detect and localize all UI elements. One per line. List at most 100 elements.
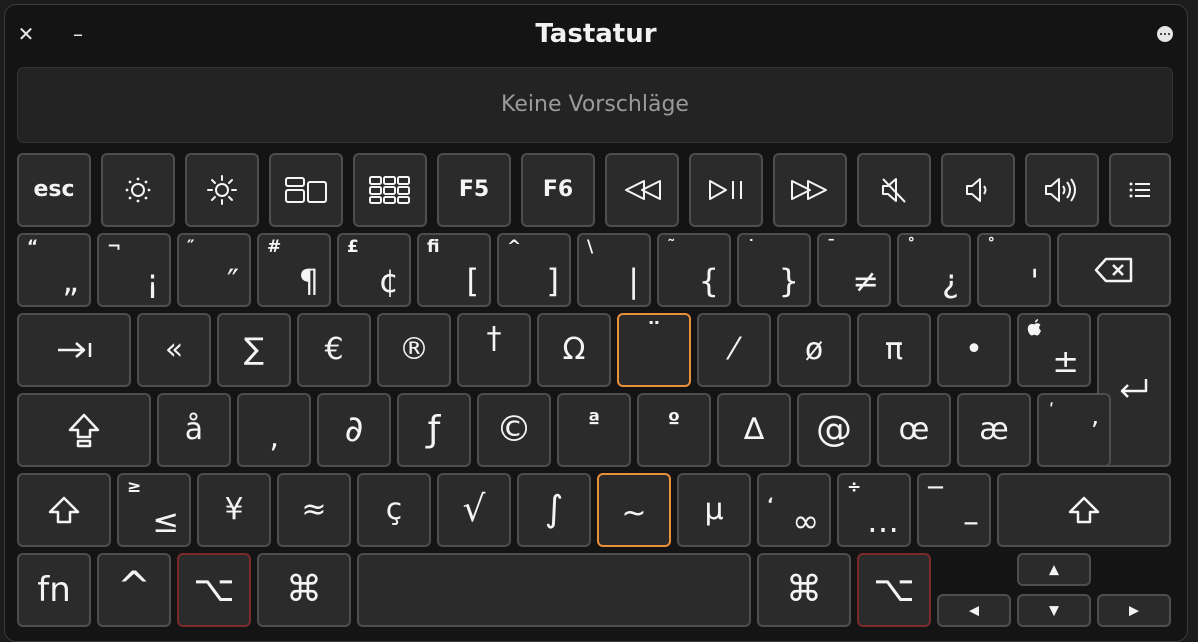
- key-g[interactable]: ©: [477, 393, 551, 467]
- key-3[interactable]: ″ ″: [177, 233, 251, 307]
- key-brightness-up[interactable]: [185, 153, 259, 227]
- key-4[interactable]: # ¶: [257, 233, 331, 307]
- delete-icon: [1059, 257, 1169, 283]
- key-t[interactable]: †: [457, 313, 531, 387]
- key-e[interactable]: €: [297, 313, 371, 387]
- key-alt-label: £: [347, 237, 359, 257]
- key-brightness-down[interactable]: [101, 153, 175, 227]
- key-5[interactable]: £ ¢: [337, 233, 411, 307]
- key-esc[interactable]: esc: [17, 153, 91, 227]
- key-launchpad[interactable]: [353, 153, 427, 227]
- key-y[interactable]: ¥: [197, 473, 271, 547]
- key-minus[interactable]: — –: [917, 473, 991, 547]
- key-label: å: [184, 412, 204, 447]
- more-options-icon[interactable]: [1157, 26, 1173, 42]
- key-arrow-up[interactable]: ▲: [1017, 553, 1091, 586]
- key-arrow-left[interactable]: ◀: [937, 594, 1011, 627]
- key-tab[interactable]: [17, 313, 131, 387]
- key-less-than[interactable]: ≥ ≤: [117, 473, 191, 547]
- key-option-left[interactable]: ⌥: [177, 553, 251, 627]
- key-play-pause[interactable]: [689, 153, 763, 227]
- key-f6[interactable]: F6: [521, 153, 595, 227]
- key-k[interactable]: ∆: [717, 393, 791, 467]
- key-space[interactable]: [357, 553, 751, 627]
- key-u-umlaut[interactable]: •: [937, 313, 1011, 387]
- key-hash[interactable]: ʹ’: [1037, 393, 1111, 467]
- key-z[interactable]: Ω: [537, 313, 611, 387]
- key-2[interactable]: ¬ ¡: [97, 233, 171, 307]
- key-o-umlaut[interactable]: œ: [877, 393, 951, 467]
- key-label: ø: [804, 332, 824, 367]
- key-shift-left[interactable]: [17, 473, 111, 547]
- key-arrow-down[interactable]: ▼: [1017, 594, 1091, 627]
- key-sharp-s[interactable]: ¯ ≠: [817, 233, 891, 307]
- key-0[interactable]: ˙}: [737, 233, 811, 307]
- key-fast-forward[interactable]: [773, 153, 847, 227]
- key-n-dead-tilde[interactable]: ~: [597, 473, 671, 547]
- speaker-mute-icon: [859, 176, 929, 204]
- key-control[interactable]: ^: [97, 553, 171, 627]
- key-9[interactable]: ˜{: [657, 233, 731, 307]
- key-period[interactable]: ÷…: [837, 473, 911, 547]
- key-label: ⁄: [731, 332, 737, 367]
- key-a[interactable]: å: [157, 393, 231, 467]
- key-8[interactable]: \ |: [577, 233, 651, 307]
- key-1[interactable]: “„: [17, 233, 91, 307]
- key-label: ≈: [301, 492, 327, 527]
- key-label: ¨: [646, 316, 662, 352]
- key-w[interactable]: ∑: [217, 313, 291, 387]
- key-list[interactable]: [1109, 153, 1171, 227]
- key-rewind[interactable]: [605, 153, 679, 227]
- key-label: ^: [117, 564, 151, 611]
- key-comma[interactable]: ‘∞: [757, 473, 831, 547]
- key-command-right[interactable]: ⌘: [757, 553, 851, 627]
- key-h[interactable]: ª: [557, 393, 631, 467]
- key-shift-right[interactable]: [997, 473, 1171, 547]
- key-c[interactable]: ç: [357, 473, 431, 547]
- key-6[interactable]: ﬁ[: [417, 233, 491, 307]
- speaker-high-icon: [1027, 176, 1097, 204]
- key-fn[interactable]: fn: [17, 553, 91, 627]
- key-f5[interactable]: F5: [437, 153, 511, 227]
- key-volume-down[interactable]: [941, 153, 1015, 227]
- key-j[interactable]: º: [637, 393, 711, 467]
- key-label: †: [486, 320, 502, 356]
- key-b[interactable]: ∫: [517, 473, 591, 547]
- key-volume-up[interactable]: [1025, 153, 1099, 227]
- key-d[interactable]: ∂: [317, 393, 391, 467]
- key-a-umlaut[interactable]: æ: [957, 393, 1031, 467]
- key-label: Ω: [562, 332, 586, 367]
- key-caps-lock[interactable]: [17, 393, 151, 467]
- key-mission-control[interactable]: [269, 153, 343, 227]
- key-v[interactable]: √: [437, 473, 511, 547]
- key-l[interactable]: @: [797, 393, 871, 467]
- key-o[interactable]: ø: [777, 313, 851, 387]
- key-q[interactable]: «: [137, 313, 211, 387]
- key-label: ∑: [243, 332, 265, 367]
- key-i[interactable]: ⁄: [697, 313, 771, 387]
- list-icon: [1111, 180, 1169, 200]
- key-x[interactable]: ≈: [277, 473, 351, 547]
- key-7[interactable]: ^]: [497, 233, 571, 307]
- key-backspace[interactable]: [1057, 233, 1171, 307]
- key-label: esc: [33, 177, 75, 202]
- key-alt-label: ¬: [107, 237, 122, 257]
- key-p[interactable]: π: [857, 313, 931, 387]
- key-alt-label: ˜: [667, 237, 676, 257]
- key-option-right[interactable]: ⌥: [857, 553, 931, 627]
- key-m[interactable]: µ: [677, 473, 751, 547]
- key-plus[interactable]: ±: [1017, 313, 1091, 387]
- key-u-dead-umlaut[interactable]: ¨: [617, 313, 691, 387]
- key-mute[interactable]: [857, 153, 931, 227]
- keyboard-viewer-window: ✕ – Tastatur Keine Vorschläge esc F5 F6 …: [4, 4, 1188, 642]
- key-apostrophe[interactable]: ˚ ': [977, 233, 1051, 307]
- key-arrow-right[interactable]: ▶: [1097, 594, 1171, 627]
- key-f[interactable]: ƒ: [397, 393, 471, 467]
- key-s[interactable]: ‚: [237, 393, 311, 467]
- arrow-down-icon: ▼: [1049, 603, 1059, 618]
- key-acute[interactable]: ˚ ¿: [897, 233, 971, 307]
- key-label: ≠: [852, 262, 879, 300]
- key-alt-label: “: [27, 237, 39, 257]
- key-command-left[interactable]: ⌘: [257, 553, 351, 627]
- key-r[interactable]: ®: [377, 313, 451, 387]
